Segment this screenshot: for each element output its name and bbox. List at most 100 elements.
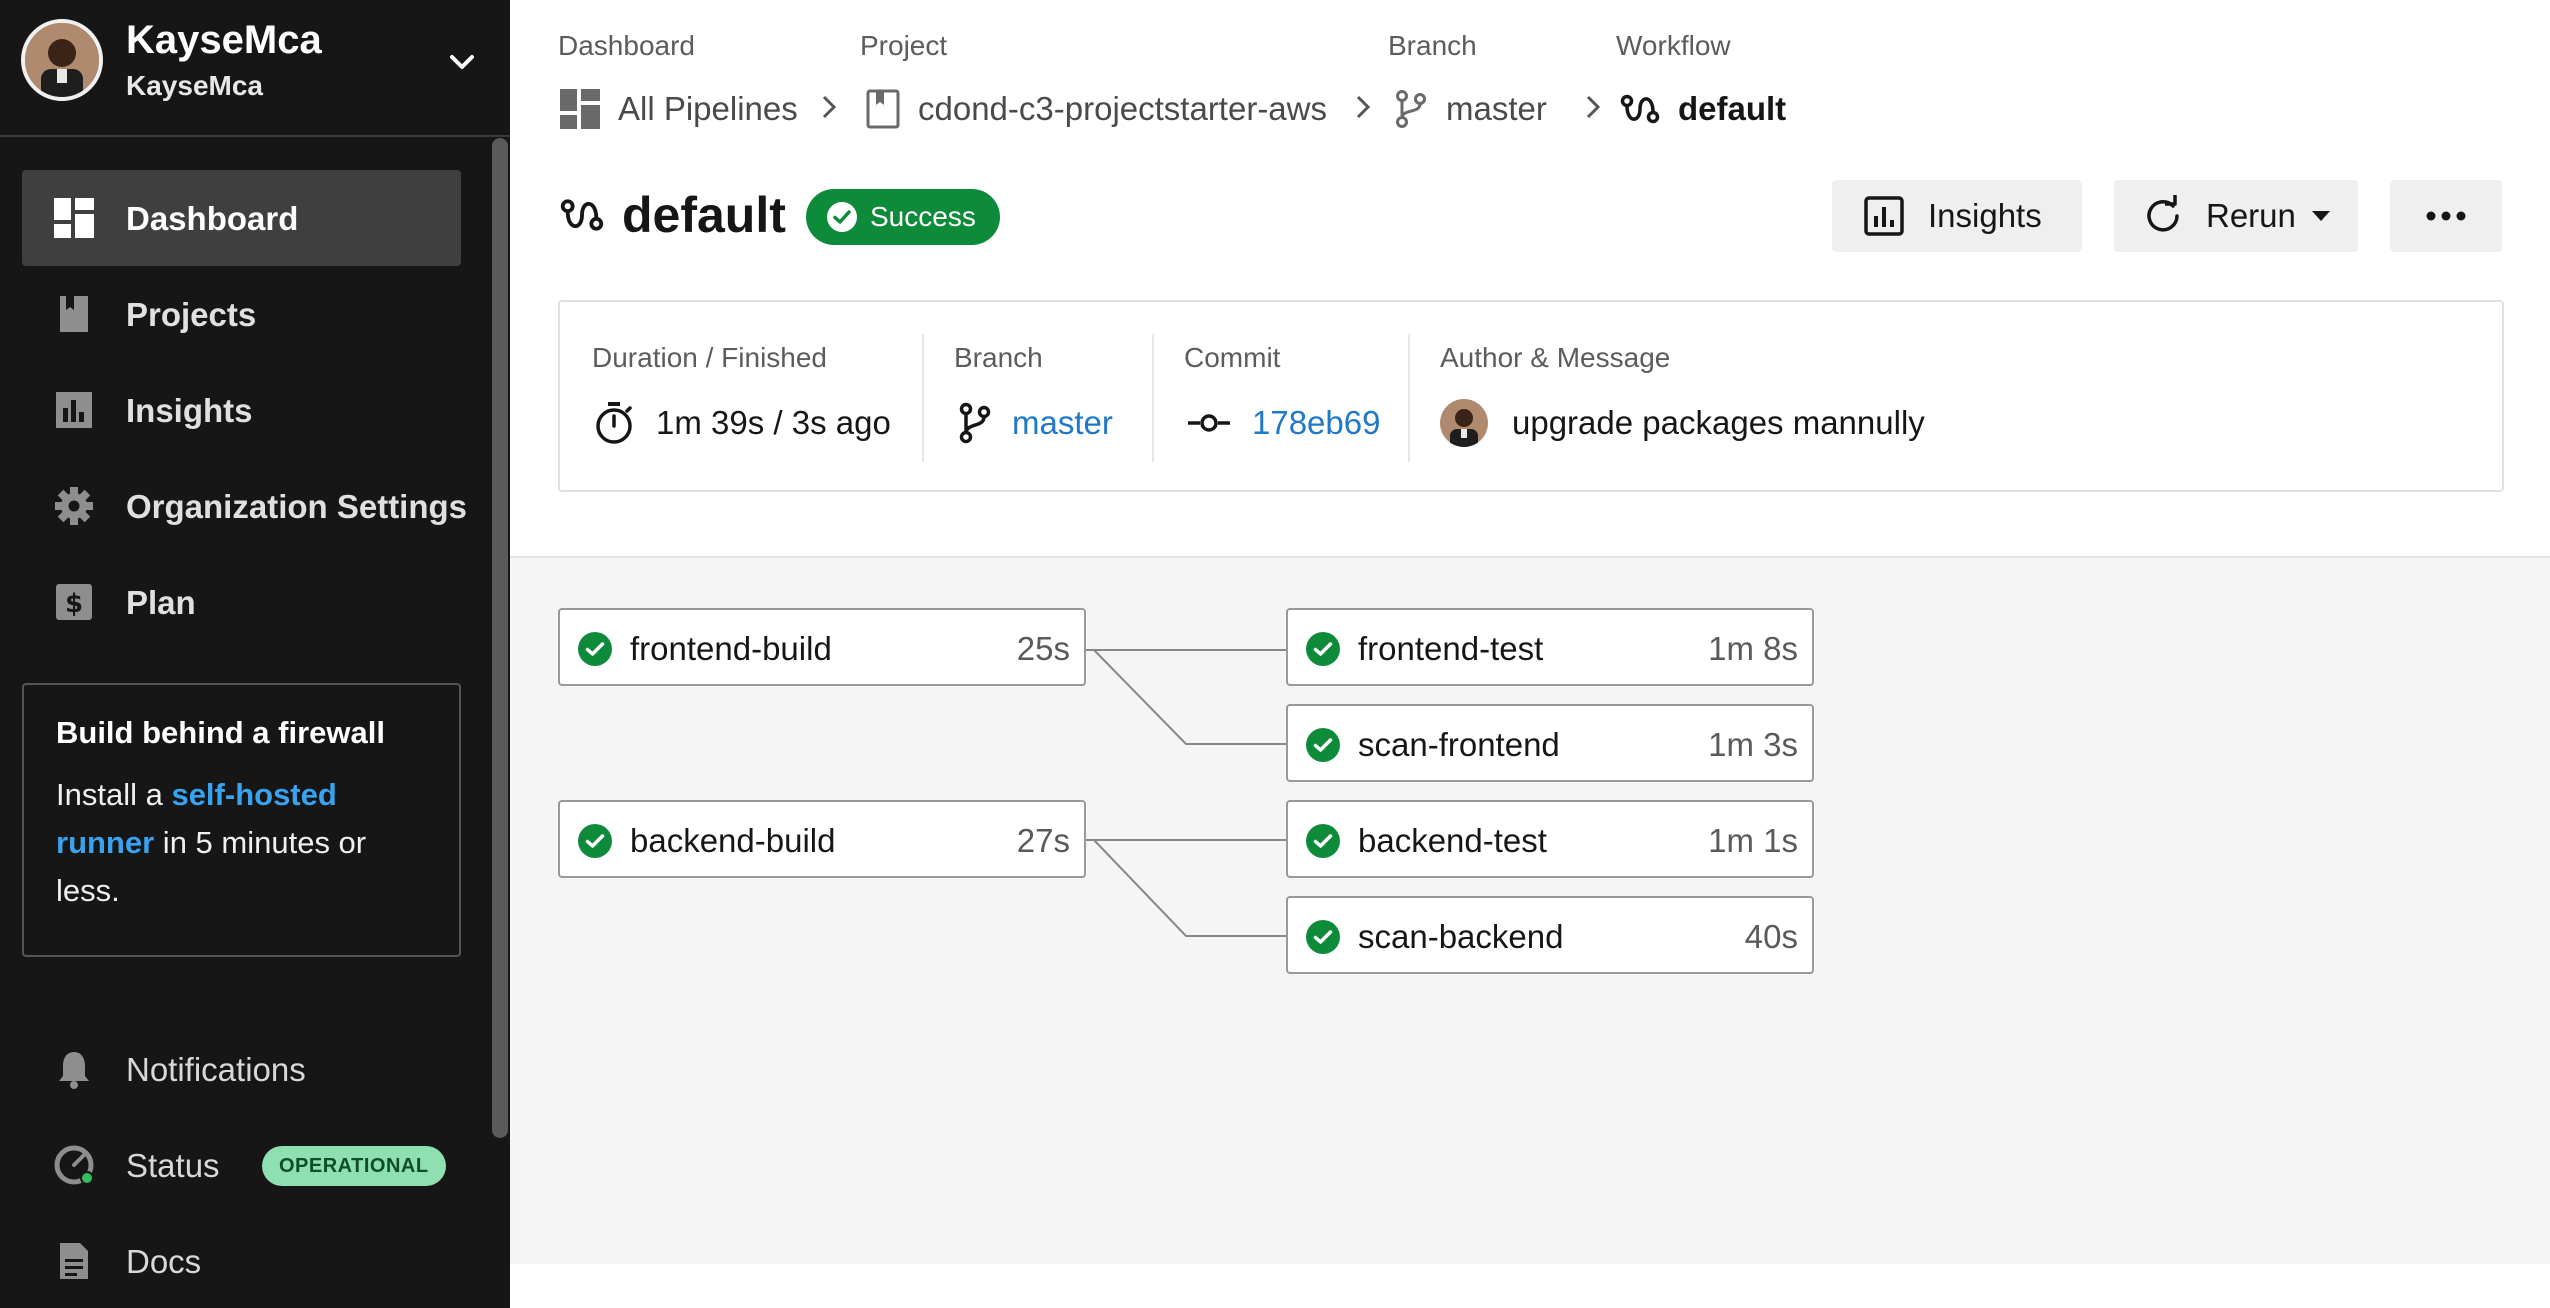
chevron-right-icon (1356, 95, 1371, 119)
dollar-icon: $ (56, 584, 92, 620)
org-avatar (21, 19, 103, 101)
book-icon (866, 89, 900, 129)
commit-value: 178eb69 (1188, 400, 1380, 446)
sidebar-scrollbar[interactable] (492, 138, 508, 1138)
sidebar-item-projects[interactable]: Projects (22, 266, 461, 362)
sidebar-item-dashboard[interactable]: Dashboard (22, 170, 461, 266)
commit-icon (1188, 414, 1230, 432)
dashboard-icon (54, 198, 94, 238)
job-name: backend-build (630, 822, 836, 859)
author-message: upgrade packages mannully (1440, 399, 1925, 447)
job-name: backend-test (1358, 822, 1547, 859)
chevron-right-icon (1586, 95, 1601, 119)
job-duration: 1m 1s (1708, 822, 1798, 859)
breadcrumb-project-caption: Project (860, 30, 948, 61)
job-scan-backend[interactable]: scan-backend 40s (1286, 896, 1814, 974)
breadcrumb-workflow[interactable]: default (1620, 84, 1786, 134)
rerun-button-label: Rerun (2206, 197, 2296, 234)
commit-link[interactable]: 178eb69 (1252, 404, 1380, 442)
breadcrumb-workflow-caption: Workflow (1616, 30, 1731, 61)
git-branch-icon (959, 402, 991, 444)
more-icon (2426, 211, 2466, 221)
job-frontend-build[interactable]: frontend-build 25s (558, 608, 1086, 686)
sidebar-item-label: Plan (126, 584, 196, 621)
dashboard-icon (560, 89, 600, 129)
duration-text: 1m 39s / 3s ago (656, 404, 891, 441)
breadcrumb-project[interactable]: cdond-c3-projectstarter-aws (866, 84, 1327, 134)
status-label: Status (126, 1147, 220, 1184)
breadcrumb-branch-label: master (1446, 90, 1547, 127)
success-check-icon (578, 824, 612, 858)
job-name: frontend-build (630, 630, 832, 667)
job-backend-build[interactable]: backend-build 27s (558, 800, 1086, 878)
job-duration: 1m 3s (1708, 726, 1798, 763)
promo-title: Build behind a firewall (56, 715, 385, 750)
breadcrumb-dashboard-caption: Dashboard (558, 30, 695, 61)
duration-value: 1m 39s / 3s ago (594, 400, 891, 446)
notifications-label: Notifications (126, 1051, 306, 1088)
breadcrumb-project-label: cdond-c3-projectstarter-aws (918, 90, 1327, 127)
workflow-info-panel: Duration / Finished 1m 39s / 3s ago Bran… (558, 300, 2504, 492)
org-name: KayseMca (126, 18, 322, 62)
promo-text: Install a self-hosted runner in 5 minute… (56, 771, 427, 915)
sidebar-docs[interactable]: Docs (22, 1221, 461, 1301)
info-divider (922, 334, 924, 462)
sidebar-item-label: Dashboard (126, 200, 299, 237)
success-check-icon (1306, 920, 1340, 954)
breadcrumb-all-pipelines-label: All Pipelines (618, 90, 798, 127)
sidebar-item-label: Insights (126, 392, 253, 429)
firewall-promo: Build behind a firewall Install a self-h… (22, 683, 461, 957)
bar-chart-icon (56, 392, 92, 428)
job-scan-frontend[interactable]: scan-frontend 1m 3s (1286, 704, 1814, 782)
job-duration: 40s (1744, 918, 1798, 955)
org-switcher[interactable]: KayseMca KayseMca (0, 0, 510, 137)
info-divider (1152, 334, 1154, 462)
operational-badge: OPERATIONAL (262, 1146, 446, 1186)
status-badge: Success (806, 189, 1000, 245)
pipeline-graph: frontend-build 25s frontend-test 1m 8s s… (510, 556, 2550, 1264)
commit-message: upgrade packages mannully (1512, 404, 1925, 441)
insights-button[interactable]: Insights (1832, 180, 2082, 252)
sidebar-item-organization-settings[interactable]: Organization Settings (22, 458, 467, 554)
org-username: KayseMca (126, 70, 263, 101)
workflow-icon (560, 199, 604, 231)
chevron-right-icon (822, 95, 837, 119)
chevron-down-icon[interactable] (442, 42, 482, 82)
insights-button-label: Insights (1928, 197, 2042, 234)
job-name: scan-backend (1358, 918, 1564, 955)
caret-down-icon (2311, 211, 2330, 221)
more-actions-button[interactable] (2390, 180, 2502, 252)
sidebar-item-insights[interactable]: Insights (22, 362, 461, 458)
rerun-button[interactable]: Rerun (2114, 180, 2358, 252)
job-name: scan-frontend (1358, 726, 1560, 763)
job-backend-test[interactable]: backend-test 1m 1s (1286, 800, 1814, 878)
job-name: frontend-test (1358, 630, 1544, 667)
commit-caption: Commit (1184, 342, 1281, 373)
git-branch-icon (1396, 90, 1426, 128)
gear-icon (55, 487, 93, 525)
author-caption: Author & Message (1440, 342, 1671, 373)
sidebar-notifications[interactable]: Notifications (22, 1029, 461, 1109)
job-frontend-test[interactable]: frontend-test 1m 8s (1286, 608, 1814, 686)
gauge-icon (54, 1145, 94, 1185)
status-badge-label: Success (870, 201, 976, 232)
success-check-icon (1306, 632, 1340, 666)
breadcrumb-branch[interactable]: master (1394, 84, 1547, 134)
svg-text:$: $ (65, 589, 83, 619)
success-check-icon (578, 632, 612, 666)
bell-icon (59, 1052, 89, 1089)
job-duration: 1m 8s (1708, 630, 1798, 667)
sidebar-status[interactable]: Status OPERATIONAL (22, 1125, 461, 1205)
author-avatar (1440, 399, 1488, 447)
job-duration: 25s (1016, 630, 1070, 667)
info-divider (1408, 334, 1410, 462)
sidebar-item-label: Projects (126, 296, 257, 333)
page-title: default (622, 187, 786, 243)
breadcrumb-all-pipelines[interactable]: All Pipelines (560, 84, 798, 134)
promo-text-before: Install a (56, 777, 172, 812)
sidebar-item-label: Organization Settings (126, 488, 468, 525)
success-check-icon (1306, 728, 1340, 762)
docs-label: Docs (126, 1243, 202, 1280)
sidebar-item-plan[interactable]: $ Plan (22, 554, 461, 650)
branch-link[interactable]: master (1012, 404, 1113, 442)
